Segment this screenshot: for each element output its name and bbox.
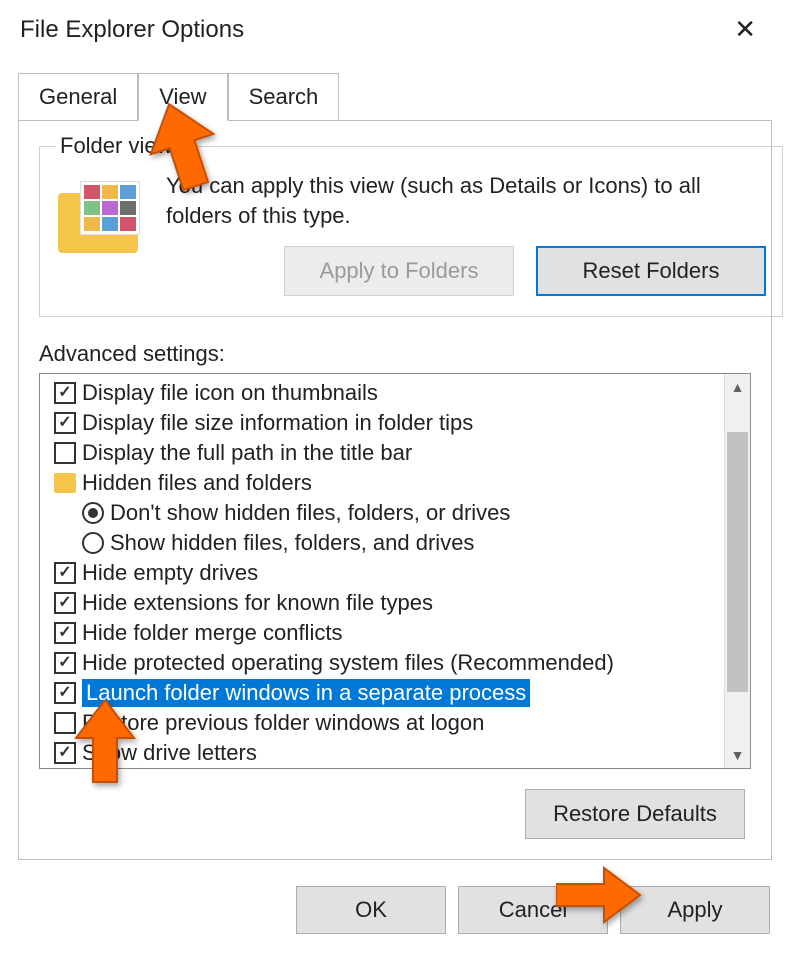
checkbox-icon[interactable] [54,622,76,644]
advanced-settings-item-label: Hide folder merge conflicts [82,620,342,646]
advanced-settings-item-label: Display file size information in folder … [82,410,473,436]
advanced-settings-item[interactable]: Show hidden files, folders, and drives [54,528,724,558]
folder-views-description: You can apply this view (such as Details… [166,171,766,230]
checkbox-icon[interactable] [54,412,76,434]
advanced-settings-item[interactable]: Display file icon on thumbnails [54,378,724,408]
advanced-settings-item[interactable]: Hide extensions for known file types [54,588,724,618]
checkbox-icon[interactable] [54,562,76,584]
advanced-settings-item[interactable]: Launch folder windows in a separate proc… [54,678,724,708]
advanced-settings-label: Advanced settings: [39,341,757,367]
advanced-settings-item[interactable]: Hide empty drives [54,558,724,588]
advanced-settings-item-label: Display the full path in the title bar [82,440,412,466]
checkbox-icon[interactable] [54,382,76,404]
advanced-settings-item[interactable]: Display the full path in the title bar [54,438,724,468]
tab-search[interactable]: Search [228,73,340,120]
window-title: File Explorer Options [20,16,244,44]
advanced-settings-item-label: Hide extensions for known file types [82,590,433,616]
advanced-settings-item-label: Launch folder windows in a separate proc… [82,679,530,707]
advanced-settings-item[interactable]: Hidden files and folders [54,468,724,498]
advanced-settings-item-label: Restore previous folder windows at logon [82,710,484,736]
checkbox-icon[interactable] [54,652,76,674]
tab-general[interactable]: General [18,73,138,120]
annotation-arrow-icon [148,102,218,192]
advanced-settings-item-label: Show hidden files, folders, and drives [110,530,474,556]
reset-folders-button[interactable]: Reset Folders [536,246,766,296]
checkbox-icon[interactable] [54,592,76,614]
folder-icon [54,473,76,493]
advanced-settings-item-label: Display file icon on thumbnails [82,380,378,406]
advanced-settings-item[interactable]: Restore previous folder windows at logon [54,708,724,738]
scrollbar[interactable]: ▲ ▼ [724,374,750,768]
annotation-arrow-icon [556,866,642,924]
ok-button[interactable]: OK [296,886,446,934]
advanced-settings-item[interactable]: Display file size information in folder … [54,408,724,438]
advanced-settings-item-label: Hidden files and folders [82,470,312,496]
checkbox-icon[interactable] [54,682,76,704]
dialog-button-row: OK Cancel Apply [0,872,790,954]
radio-icon[interactable] [82,532,104,554]
titlebar: File Explorer Options ✕ [0,0,790,63]
advanced-settings-listbox[interactable]: Display file icon on thumbnails Display f… [39,373,751,769]
apply-to-folders-button: Apply to Folders [284,246,514,296]
advanced-settings-item[interactable]: Don't show hidden files, folders, or dri… [54,498,724,528]
scroll-up-icon[interactable]: ▲ [725,374,750,400]
close-icon[interactable]: ✕ [720,10,770,49]
folder-views-icon [56,177,146,265]
advanced-settings-item-label: Don't show hidden files, folders, or dri… [110,500,510,526]
scroll-down-icon[interactable]: ▼ [725,742,750,768]
advanced-settings-item[interactable]: Hide folder merge conflicts [54,618,724,648]
scroll-thumb[interactable] [727,432,748,692]
advanced-settings-item[interactable]: Hide protected operating system files (R… [54,648,724,678]
advanced-settings-item[interactable]: Show drive letters [54,738,724,768]
advanced-settings-item-label: Hide empty drives [82,560,258,586]
advanced-settings-item-label: Hide protected operating system files (R… [82,650,614,676]
apply-button[interactable]: Apply [620,886,770,934]
checkbox-icon[interactable] [54,442,76,464]
checkbox-icon[interactable] [54,712,76,734]
annotation-arrow-icon [74,700,136,786]
radio-icon[interactable] [82,502,104,524]
restore-defaults-button[interactable]: Restore Defaults [525,789,745,839]
checkbox-icon[interactable] [54,742,76,764]
tab-strip: General View Search [18,73,772,120]
